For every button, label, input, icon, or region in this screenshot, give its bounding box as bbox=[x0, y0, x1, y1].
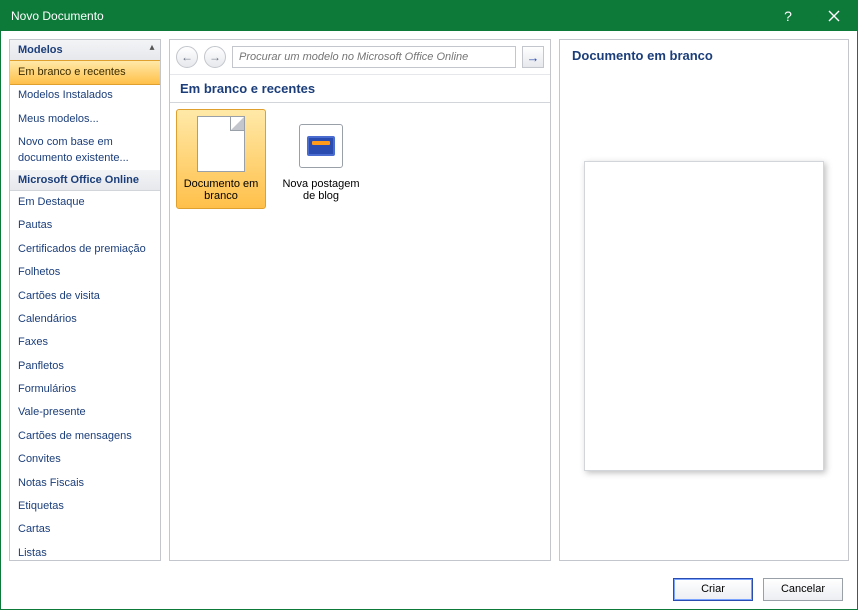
preview-panel: Documento em branco bbox=[559, 39, 849, 561]
titlebar: Novo Documento ? bbox=[1, 1, 857, 31]
preview-title: Documento em branco bbox=[560, 40, 848, 71]
close-icon bbox=[828, 10, 840, 22]
dialog-body: ▴ Modelos Em branco e recentesModelos In… bbox=[1, 31, 857, 569]
sidebar-item-cartas[interactable]: Cartas bbox=[10, 518, 160, 541]
template-blank-document[interactable]: Documento em branco bbox=[176, 109, 266, 209]
sidebar-header-online: Microsoft Office Online bbox=[10, 170, 160, 191]
help-button[interactable]: ? bbox=[765, 1, 811, 31]
sidebar-item-convites[interactable]: Convites bbox=[10, 448, 160, 471]
sidebar-item-folhetos[interactable]: Folhetos bbox=[10, 261, 160, 284]
preview-page-icon bbox=[584, 161, 824, 471]
sidebar-item-notas-fiscais[interactable]: Notas Fiscais bbox=[10, 472, 160, 495]
section-title: Em branco e recentes bbox=[170, 75, 550, 103]
sidebar-item-etiquetas[interactable]: Etiquetas bbox=[10, 495, 160, 518]
scroll-up-icon[interactable]: ▴ bbox=[146, 42, 158, 54]
preview-body bbox=[560, 71, 848, 560]
sidebar-item-em-branco-e-recentes[interactable]: Em branco e recentes bbox=[9, 60, 161, 85]
arrow-left-icon: ← bbox=[181, 50, 193, 64]
sidebar-item-modelos-instalados[interactable]: Modelos Instalados bbox=[10, 84, 160, 107]
center-panel: ← → → Em branco e recentes Documento em … bbox=[169, 39, 551, 561]
sidebar-item-cart-es-de-visita[interactable]: Cartões de visita bbox=[10, 285, 160, 308]
footer: Criar Cancelar bbox=[1, 569, 857, 609]
sidebar-item-certificados-de-premia-o[interactable]: Certificados de premiação bbox=[10, 238, 160, 261]
sidebar-item-novo-com-base-em-documento-existente[interactable]: Novo com base em documento existente... bbox=[10, 131, 160, 170]
search-input[interactable] bbox=[232, 46, 516, 68]
document-icon bbox=[197, 116, 245, 172]
sidebar-item-em-destaque[interactable]: Em Destaque bbox=[10, 191, 160, 214]
sidebar-item-panfletos[interactable]: Panfletos bbox=[10, 355, 160, 378]
sidebar-item-vale-presente[interactable]: Vale-presente bbox=[10, 401, 160, 424]
sidebar-item-formul-rios[interactable]: Formulários bbox=[10, 378, 160, 401]
arrow-right-icon: → bbox=[527, 50, 540, 65]
new-document-dialog: Novo Documento ? ▴ Modelos Em branco e r… bbox=[0, 0, 858, 610]
window-title: Novo Documento bbox=[11, 9, 765, 23]
arrow-right-icon: → bbox=[209, 50, 221, 64]
sidebar-header-templates: Modelos bbox=[10, 40, 160, 61]
template-label: Nova postagem de blog bbox=[279, 178, 363, 202]
cancel-button[interactable]: Cancelar bbox=[763, 578, 843, 601]
template-blog-post[interactable]: Nova postagem de blog bbox=[276, 109, 366, 209]
search-go-button[interactable]: → bbox=[522, 46, 544, 68]
toolbar: ← → → bbox=[170, 40, 550, 75]
sidebar-item-cart-es-de-mensagens[interactable]: Cartões de mensagens bbox=[10, 425, 160, 448]
sidebar-item-pautas[interactable]: Pautas bbox=[10, 214, 160, 237]
sidebar-item-calend-rios[interactable]: Calendários bbox=[10, 308, 160, 331]
blog-icon bbox=[299, 124, 343, 168]
sidebar-item-listas[interactable]: Listas bbox=[10, 542, 160, 561]
sidebar-item-faxes[interactable]: Faxes bbox=[10, 331, 160, 354]
close-button[interactable] bbox=[811, 1, 857, 31]
template-gallery: Documento em branco Nova postagem de blo… bbox=[170, 103, 550, 560]
forward-button[interactable]: → bbox=[204, 46, 226, 68]
back-button[interactable]: ← bbox=[176, 46, 198, 68]
sidebar-item-meus-modelos[interactable]: Meus modelos... bbox=[10, 108, 160, 131]
template-label: Documento em branco bbox=[179, 178, 263, 202]
create-button[interactable]: Criar bbox=[673, 578, 753, 601]
sidebar: ▴ Modelos Em branco e recentesModelos In… bbox=[9, 39, 161, 561]
